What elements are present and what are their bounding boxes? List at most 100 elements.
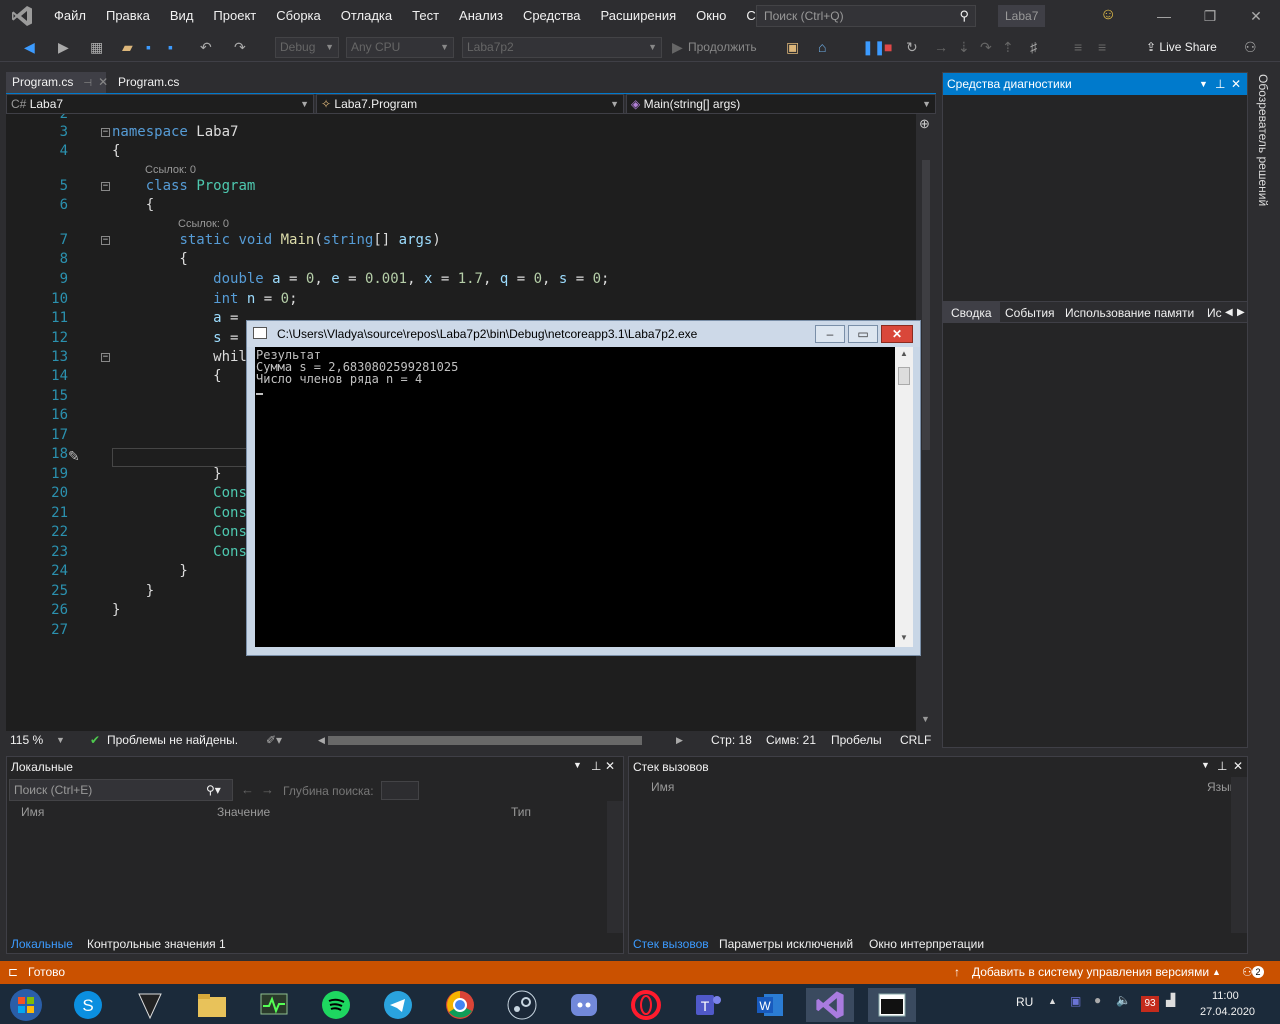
- tab-program-cs[interactable]: Program.cs: [112, 72, 185, 94]
- scroll-down-icon[interactable]: ▼: [921, 714, 930, 724]
- hex-display-icon[interactable]: ♯: [1030, 38, 1037, 56]
- codelens-refs[interactable]: Ссылок: 0: [145, 164, 196, 176]
- menu-item[interactable]: Сборка: [266, 0, 331, 32]
- restart-icon[interactable]: ↻: [906, 38, 918, 56]
- close-icon[interactable]: ✕: [1233, 759, 1243, 773]
- console-window-icon[interactable]: [868, 988, 916, 1022]
- step-out-icon[interactable]: ⇡: [1002, 38, 1014, 56]
- split-icon[interactable]: ⊕: [919, 116, 930, 132]
- zoom-select[interactable]: 115 %: [10, 731, 43, 750]
- menu-item[interactable]: Окно: [686, 0, 736, 32]
- console-scroll-thumb[interactable]: [898, 367, 910, 385]
- locals-search-input[interactable]: Поиск (Ctrl+E) ⚲▾: [9, 779, 233, 801]
- clock-date[interactable]: 27.04.2020: [1200, 1006, 1255, 1018]
- feedback-icon[interactable]: ☺: [1100, 6, 1116, 24]
- gp-app-icon[interactable]: [126, 988, 174, 1022]
- telegram-icon[interactable]: [374, 988, 422, 1022]
- horizontal-scroll-thumb[interactable]: [328, 736, 642, 745]
- menu-item[interactable]: Проект: [203, 0, 266, 32]
- fold-toggle-icon[interactable]: −: [101, 236, 110, 245]
- teams-tray-icon[interactable]: ▣: [1070, 994, 1081, 1008]
- chrome-icon[interactable]: [436, 988, 484, 1022]
- tab-callstack[interactable]: Стек вызовов: [633, 934, 709, 954]
- configuration-select[interactable]: Debug ▼: [275, 37, 339, 58]
- menu-item[interactable]: Анализ: [449, 0, 513, 32]
- fold-toggle-icon[interactable]: −: [101, 182, 110, 191]
- code-line[interactable]: 7 static void Main(string[] args) −: [6, 231, 916, 250]
- pin-icon[interactable]: ⊥: [591, 759, 601, 773]
- scroll-down-icon[interactable]: ▼: [900, 633, 908, 642]
- skype-icon[interactable]: S: [64, 988, 112, 1022]
- tab-program-cs-active[interactable]: Program.cs ⊣ ✕: [6, 72, 108, 94]
- back-icon[interactable]: ←: [241, 782, 254, 797]
- codelens-refs[interactable]: Ссылок: 0: [178, 218, 229, 230]
- close-icon[interactable]: ✕: [1231, 73, 1241, 95]
- hot-reload-icon[interactable]: ▣: [786, 38, 799, 56]
- redo-icon[interactable]: ↷: [234, 38, 246, 56]
- tabs-left-icon[interactable]: ◀: [1225, 302, 1233, 324]
- depth-select[interactable]: [381, 781, 419, 800]
- column-name[interactable]: Имя: [651, 780, 674, 794]
- class-select[interactable]: ✧ Laba7.Program ▼: [316, 94, 624, 114]
- scroll-thumb[interactable]: [922, 160, 930, 450]
- continue-button[interactable]: Продолжить: [688, 38, 757, 56]
- scroll-left-icon[interactable]: ◀: [318, 731, 325, 750]
- chevron-down-icon[interactable]: ▼: [1201, 760, 1210, 770]
- chevron-down-icon[interactable]: ▼: [573, 760, 582, 770]
- fold-toggle-icon[interactable]: −: [101, 128, 110, 137]
- console-scrollbar[interactable]: ▲ ▼: [895, 347, 913, 647]
- fold-toggle-icon[interactable]: −: [101, 353, 110, 362]
- member-select[interactable]: ◈ Main(string[] args) ▼: [626, 94, 936, 114]
- console-maximize-button[interactable]: ▭: [848, 325, 878, 343]
- account-icon[interactable]: ⚇: [1244, 38, 1257, 56]
- brush-icon[interactable]: ✐▾: [266, 731, 282, 750]
- word-icon[interactable]: W: [746, 988, 794, 1022]
- task-manager-icon[interactable]: [250, 988, 298, 1022]
- step-into-icon[interactable]: ⇣: [958, 38, 970, 56]
- menu-item[interactable]: Расширения: [591, 0, 687, 32]
- live-share-button[interactable]: ⇪ Live Share: [1146, 38, 1217, 56]
- pause-icon[interactable]: ❚❚: [862, 38, 885, 56]
- close-icon[interactable]: ✕: [605, 759, 615, 773]
- chevron-down-icon[interactable]: ▼: [56, 731, 65, 750]
- play-icon[interactable]: ▶: [672, 38, 683, 56]
- console-window[interactable]: C:\Users\Vladya\source\repos\Laba7p2\bin…: [246, 320, 921, 656]
- comment-icon[interactable]: ≡: [1074, 38, 1082, 56]
- app-insights-icon[interactable]: ⌂: [818, 38, 826, 56]
- visual-studio-icon[interactable]: [806, 988, 854, 1022]
- scroll-right-icon[interactable]: ▶: [676, 731, 683, 750]
- forward-icon[interactable]: ▶: [58, 38, 69, 56]
- network-icon[interactable]: ▟: [1166, 993, 1175, 1007]
- volume-icon[interactable]: 🔈: [1116, 993, 1131, 1007]
- new-project-icon[interactable]: ▦: [90, 38, 103, 56]
- menu-item[interactable]: Правка: [96, 0, 160, 32]
- back-icon[interactable]: ◀: [24, 38, 35, 56]
- indent-mode[interactable]: Пробелы: [831, 731, 882, 750]
- pin-icon[interactable]: ⊣: [83, 78, 92, 89]
- discord-icon[interactable]: [560, 988, 608, 1022]
- menu-item[interactable]: Файл: [44, 0, 96, 32]
- menu-item[interactable]: Отладка: [331, 0, 402, 32]
- code-line[interactable]: 5 class Program −: [6, 177, 916, 196]
- show-next-statement-icon[interactable]: →: [934, 38, 948, 56]
- uncomment-icon[interactable]: ≡: [1098, 38, 1106, 56]
- step-over-icon[interactable]: ↷: [980, 38, 992, 56]
- callstack-scrollbar[interactable]: [1231, 777, 1247, 933]
- code-line[interactable]: 3 namespace Laba7−: [6, 123, 916, 142]
- tab-events[interactable]: События: [1005, 302, 1055, 324]
- chevron-up-icon[interactable]: ▲: [1212, 961, 1221, 984]
- menu-item[interactable]: Тест: [402, 0, 449, 32]
- code-line[interactable]: 4{: [6, 142, 916, 161]
- platform-select[interactable]: Any CPU ▼: [346, 37, 454, 58]
- maximize-button[interactable]: ❐: [1188, 0, 1232, 32]
- search-input[interactable]: Поиск (Ctrl+Q) ⚲: [756, 5, 976, 27]
- start-button[interactable]: [2, 988, 50, 1022]
- code-line[interactable]: 10 int n = 0;: [6, 290, 916, 309]
- tray-circle-icon[interactable]: ●: [1094, 993, 1101, 1007]
- solution-explorer-strip[interactable]: Обозреватель решений: [1250, 72, 1280, 748]
- pin-icon[interactable]: ⊥: [1215, 73, 1225, 95]
- spotify-icon[interactable]: [312, 988, 360, 1022]
- steam-icon[interactable]: [498, 988, 546, 1022]
- tab-exception-settings[interactable]: Параметры исключений: [719, 934, 853, 954]
- column-name[interactable]: Имя: [21, 805, 44, 819]
